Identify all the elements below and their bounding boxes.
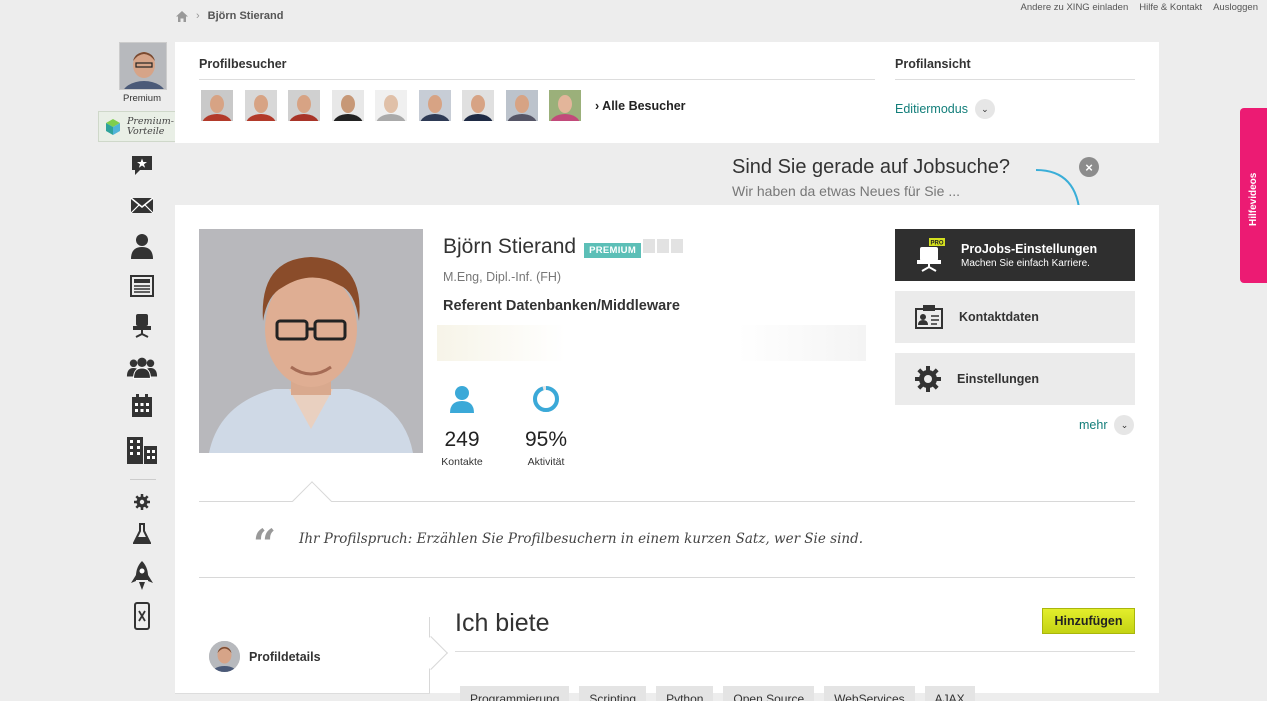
logout-link[interactable]: Ausloggen <box>1213 2 1258 13</box>
companies-icon[interactable] <box>126 436 158 464</box>
help-videos-label: Hilfevideos <box>1248 172 1259 226</box>
breadcrumb: › Björn Stierand <box>176 10 283 22</box>
visitor-avatar[interactable] <box>244 90 277 121</box>
profile-quote[interactable]: Ihr Profilspruch: Erzählen Sie Profilbes… <box>299 531 863 547</box>
help-videos-tab[interactable]: Hilfevideos <box>1240 108 1267 283</box>
visitor-avatar[interactable] <box>331 90 364 121</box>
activity-label: Aktivität <box>527 456 565 468</box>
visitor-avatar[interactable] <box>375 90 407 121</box>
job-search-banner-title: Sind Sie gerade auf Jobsuche? <box>732 156 1010 178</box>
chevron-right-icon: › <box>196 10 200 22</box>
mail-icon[interactable] <box>126 191 158 219</box>
add-button[interactable]: Hinzufügen <box>1042 608 1135 634</box>
groups-icon[interactable] <box>126 354 158 382</box>
contacts-label: Kontakte <box>441 456 483 468</box>
skill-tag[interactable]: Python <box>656 686 714 701</box>
premium-benefits-label: Premium- Vorteile <box>127 115 174 137</box>
premium-benefits-button[interactable]: Premium- Vorteile <box>98 111 180 142</box>
events-icon[interactable] <box>126 392 158 420</box>
pro-badge: PRO <box>930 241 943 247</box>
profile-name: Björn Stierand PREMIUM <box>443 235 684 259</box>
tab-avatar <box>209 641 240 672</box>
profile-photo[interactable] <box>199 229 423 453</box>
activity-ring-icon <box>533 386 559 412</box>
divider <box>175 693 430 694</box>
visitor-avatar[interactable] <box>549 90 581 121</box>
activity-stat[interactable]: 95% Aktivität <box>521 385 571 468</box>
photo-pointer <box>292 481 332 521</box>
visitor-avatar[interactable] <box>201 90 233 121</box>
visitor-avatar[interactable] <box>462 90 494 121</box>
quote-icon: “ <box>253 521 277 568</box>
contact-data-button[interactable]: Kontaktdaten <box>895 291 1135 343</box>
skill-tag[interactable]: WebServices <box>824 686 915 701</box>
more-link[interactable]: mehr ⌄ <box>1079 415 1135 435</box>
chevron-down-icon[interactable]: ⌄ <box>974 99 995 119</box>
contact-person-icon <box>450 386 474 413</box>
news-icon[interactable] <box>126 272 158 300</box>
edit-mode-label: Editiermodus <box>895 102 968 116</box>
membership-label: Premium <box>122 93 161 104</box>
job-search-banner-subtitle: Wir haben da etwas Neues für Sie ... <box>732 183 960 199</box>
settings-icon[interactable] <box>126 488 158 516</box>
contacts-icon[interactable] <box>126 232 158 260</box>
projobs-settings-button[interactable]: PRO ProJobs-Einstellungen Machen Sie ein… <box>895 229 1135 281</box>
visitor-avatar[interactable] <box>418 90 451 121</box>
academic-degree: M.Eng, Dipl.-Inf. (FH) <box>443 270 562 284</box>
profile-details-label[interactable]: Profildetails <box>249 650 321 664</box>
divider <box>199 79 875 80</box>
breadcrumb-current: Björn Stierand <box>207 10 284 22</box>
profile-card: Björn Stierand PREMIUM M.Eng, Dipl.-Inf.… <box>175 205 1159 701</box>
invite-link[interactable]: Andere zu XING einladen <box>1021 2 1129 13</box>
header-background <box>437 325 866 361</box>
projobs-title: ProJobs-Einstellungen <box>961 241 1098 256</box>
sidebar-divider <box>130 479 156 480</box>
profile-name-text: Björn Stierand <box>443 235 577 258</box>
skill-tag[interactable]: Open Source <box>723 686 815 701</box>
contacts-count: 249 <box>444 428 480 451</box>
profile-visitors-panel: Profilbesucher › Alle Besucher Profilans… <box>175 42 1159 143</box>
messages-icon[interactable] <box>126 152 158 180</box>
all-visitors-label: Alle Besucher <box>602 99 686 113</box>
divider <box>455 651 1135 652</box>
skill-tag[interactable]: AJAX <box>924 686 975 701</box>
top-links: Andere zu XING einladen Hilfe & Kontakt … <box>1021 2 1258 13</box>
profile-view-title: Profilansicht <box>895 57 971 71</box>
mobile-app-icon[interactable] <box>126 602 158 630</box>
offer-section-title: Ich biete <box>455 609 550 637</box>
projobs-subtitle: Machen Sie einfach Karriere. <box>961 257 1090 269</box>
contacts-stat[interactable]: 249 Kontakte <box>437 385 487 468</box>
settings-label: Einstellungen <box>957 372 1039 386</box>
premium-cube-icon <box>106 118 120 135</box>
job-title: Referent Datenbanken/Middleware <box>443 298 680 314</box>
rocket-icon[interactable] <box>126 561 158 590</box>
skill-tag[interactable]: Programmierung <box>460 686 570 701</box>
more-label: mehr <box>1079 418 1108 432</box>
premium-badge: PREMIUM <box>584 235 684 259</box>
contact-data-label: Kontaktdaten <box>959 310 1039 324</box>
visitors-title: Profilbesucher <box>199 57 287 71</box>
edit-mode-link[interactable]: Editiermodus ⌄ <box>895 99 995 119</box>
gear-icon <box>915 366 941 392</box>
visitor-avatar[interactable] <box>505 90 538 121</box>
chevron-down-icon[interactable]: ⌄ <box>1114 415 1135 435</box>
all-visitors-link[interactable]: › Alle Besucher <box>595 99 686 113</box>
avatar[interactable] <box>119 42 167 90</box>
jobs-icon[interactable] <box>126 312 158 340</box>
visitor-avatar[interactable] <box>288 90 320 121</box>
labs-icon[interactable] <box>126 520 158 548</box>
divider <box>199 577 1135 578</box>
projobs-chair-icon: PRO <box>917 238 945 272</box>
home-icon[interactable] <box>176 10 188 22</box>
contact-card-icon <box>915 305 943 329</box>
divider <box>199 501 1135 502</box>
divider <box>895 79 1135 80</box>
activity-value: 95% <box>524 428 568 451</box>
offer-tags: Programmierung Scripting Python Open Sou… <box>460 686 975 701</box>
premium-badge-label: PREMIUM <box>584 243 642 258</box>
skill-tag[interactable]: Scripting <box>579 686 647 701</box>
help-contact-link[interactable]: Hilfe & Kontakt <box>1139 2 1202 13</box>
settings-button[interactable]: Einstellungen <box>895 353 1135 405</box>
